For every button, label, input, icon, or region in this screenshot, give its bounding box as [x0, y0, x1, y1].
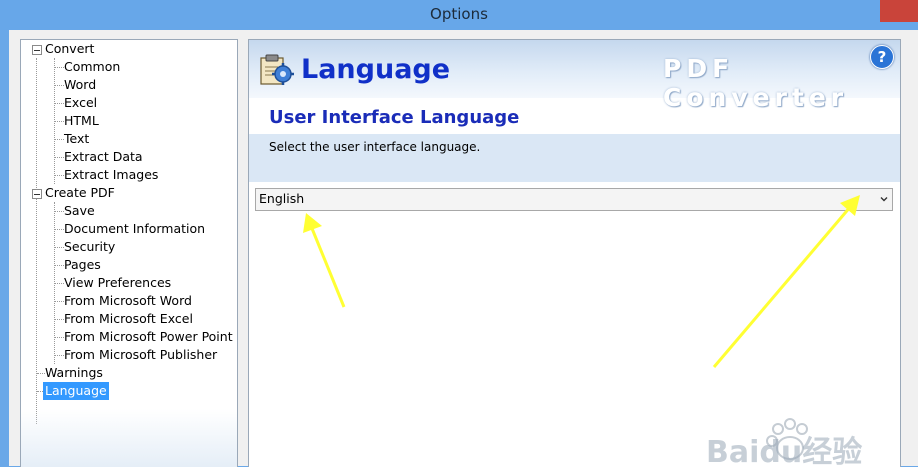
tree-node-view-preferences[interactable]: View Preferences	[64, 274, 171, 292]
tree-connector	[55, 319, 64, 320]
chevron-down-icon[interactable]	[880, 195, 888, 203]
baidu-watermark-logo: Baidu经验	[706, 418, 862, 466]
tree-node-document-information[interactable]: Document Information	[64, 220, 205, 238]
tree-node-create-pdf[interactable]: Create PDF	[45, 184, 115, 202]
window-title: Options	[430, 5, 488, 23]
options-panel: Language PDF Converter ? User Interface …	[248, 39, 901, 467]
window-titlebar[interactable]: Options	[0, 0, 918, 30]
tree-connector	[55, 175, 64, 176]
tree-connector	[55, 157, 64, 158]
tree-node-html[interactable]: HTML	[64, 112, 99, 130]
watermark-text: Baidu经验	[706, 435, 862, 466]
panel-header-banner: Language PDF Converter ?	[249, 40, 900, 112]
brand-logo-text: PDF Converter	[663, 54, 849, 112]
expander-convert[interactable]	[32, 45, 42, 55]
tree-root-line	[36, 58, 37, 424]
tree-connector	[55, 103, 64, 104]
tree-connector	[55, 85, 64, 86]
tree-node-from-microsoft-power-point[interactable]: From Microsoft Power Point	[64, 328, 233, 346]
tree-bottom-fade	[21, 409, 237, 467]
tree-connector	[55, 139, 64, 140]
tree-node-text[interactable]: Text	[64, 130, 89, 148]
tree-connector	[55, 229, 64, 230]
tree-connector	[55, 67, 64, 68]
tree-node-from-microsoft-excel[interactable]: From Microsoft Excel	[64, 310, 193, 328]
tree-node-language[interactable]: Language	[43, 382, 109, 400]
tree-node-extract-images[interactable]: Extract Images	[64, 166, 158, 184]
expander-create-pdf[interactable]	[32, 189, 42, 199]
tree-node-convert[interactable]: Convert	[45, 40, 94, 58]
help-icon[interactable]: ?	[870, 45, 894, 69]
tree-connector	[55, 283, 64, 284]
tree-node-word[interactable]: Word	[64, 76, 96, 94]
close-button[interactable]	[880, 0, 918, 22]
tree-node-save[interactable]: Save	[64, 202, 95, 220]
tree-connector	[55, 121, 64, 122]
options-tree[interactable]: Convert Common Word Excel HTML Text Extr…	[20, 39, 238, 467]
tree-node-from-microsoft-publisher[interactable]: From Microsoft Publisher	[64, 346, 217, 364]
tree-node-warnings[interactable]: Warnings	[45, 364, 103, 382]
dialog-client-area: Convert Common Word Excel HTML Text Extr…	[9, 30, 918, 467]
panel-header-title: Language	[301, 54, 451, 85]
tree-node-security[interactable]: Security	[64, 238, 115, 256]
language-select[interactable]: English	[255, 188, 893, 211]
settings-document-icon	[260, 54, 294, 85]
tree-connector	[55, 247, 64, 248]
tree-node-pages[interactable]: Pages	[64, 256, 101, 274]
language-select-value: English	[259, 191, 305, 206]
tree-node-from-microsoft-word[interactable]: From Microsoft Word	[64, 292, 192, 310]
section-description: Select the user interface language.	[269, 140, 481, 154]
tree-connector	[37, 373, 45, 374]
tree-node-excel[interactable]: Excel	[64, 94, 97, 112]
tree-connector	[55, 337, 64, 338]
section-title: User Interface Language	[269, 107, 520, 128]
tree-connector	[55, 355, 64, 356]
tree-connector	[55, 211, 64, 212]
tree-connector	[55, 265, 64, 266]
tree-connector	[55, 301, 64, 302]
tree-node-common[interactable]: Common	[64, 58, 120, 76]
tree-node-extract-data[interactable]: Extract Data	[64, 148, 143, 166]
